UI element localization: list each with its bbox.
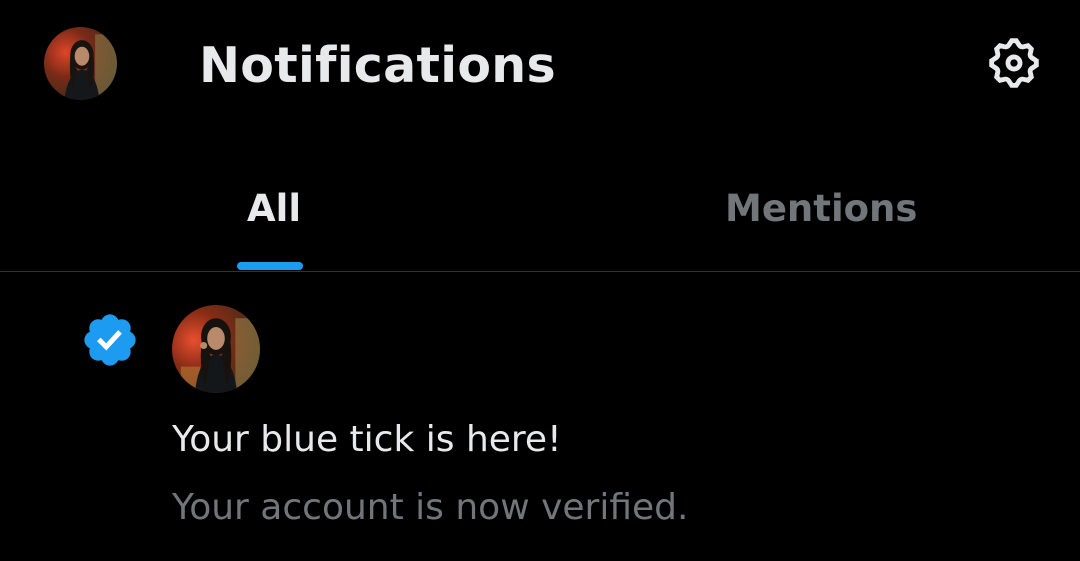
tab-all-label: All [247, 187, 302, 230]
tab-mentions[interactable]: Mentions [540, 168, 1080, 271]
notification-avatar[interactable] [172, 305, 260, 393]
page-title: Notifications [199, 37, 556, 94]
settings-button[interactable] [983, 32, 1045, 94]
verified-badge-icon [84, 314, 136, 366]
notifications-screen: Notifications All Mentions Your blue tic… [0, 0, 1080, 561]
gear-icon [989, 38, 1039, 88]
avatar-photo [172, 305, 260, 393]
tab-mentions-label: Mentions [725, 187, 918, 230]
avatar[interactable] [44, 27, 117, 100]
notification-title: Your blue tick is here! [172, 419, 562, 460]
tab-bar: All Mentions [0, 168, 1080, 272]
tab-all[interactable]: All [0, 168, 540, 271]
avatar-photo [44, 27, 117, 100]
notification-subtitle: Your account is now verified. [172, 487, 689, 528]
notification-item[interactable]: Your blue tick is here! Your account is … [0, 272, 1080, 561]
tab-selected-indicator [237, 262, 303, 270]
